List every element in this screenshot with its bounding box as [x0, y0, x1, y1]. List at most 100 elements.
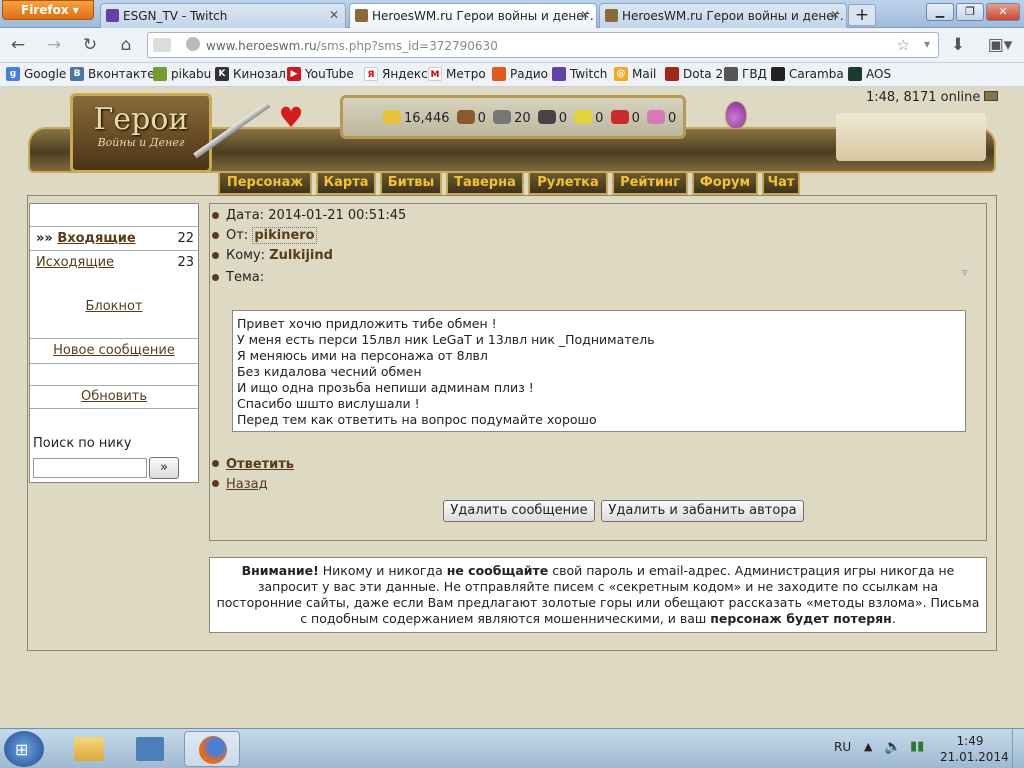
warning-text: Никому и никогда [318, 563, 447, 578]
menu-battles[interactable]: Битвы [380, 171, 442, 195]
star-icon[interactable]: ☆ [897, 36, 910, 54]
inbox-link[interactable]: Входящие [57, 231, 135, 246]
menu-roulette[interactable]: Рулетка [528, 171, 608, 195]
download-icon[interactable]: ⬇ [946, 33, 970, 57]
home-icon[interactable]: ⌂ [114, 33, 138, 57]
navigation-toolbar: ← → ↻ ⌂ www.heroeswm.ru/sms.php?sms_id=3… [0, 28, 1024, 63]
menu-tavern[interactable]: Таверна [446, 171, 524, 195]
bookmark-label: Mail [632, 67, 657, 81]
delete-and-ban-button[interactable]: Удалить и забанить автора [601, 500, 804, 522]
tab-heroeswm-active[interactable]: HeroesWM.ru Герои войны и денег. ... ✕ [349, 3, 597, 29]
bookmark-dota2[interactable]: Dota 2 [665, 67, 723, 81]
dropdown-icon[interactable]: ▾ [924, 37, 930, 51]
restore-button[interactable]: ❐ [956, 3, 984, 21]
sidebar-spacer [30, 204, 198, 227]
game-logo[interactable]: Герои Войны и Денег [70, 93, 212, 173]
new-tab-button[interactable]: + [848, 4, 876, 26]
clock[interactable]: 1:49 21.01.2014 [940, 733, 1009, 765]
menu-character[interactable]: Персонаж [218, 171, 312, 195]
date-label: Дата: [226, 208, 265, 223]
bookmark-google[interactable]: g Google [6, 67, 66, 81]
to-label: Кому: [226, 248, 266, 263]
bookmarks-menu-icon[interactable]: ▣▾ [984, 33, 1016, 57]
close-icon[interactable]: ✕ [830, 8, 840, 22]
bookmark-metro[interactable]: M Метро [428, 67, 486, 81]
bookmark-youtube[interactable]: ▶ YouTube [287, 67, 354, 81]
language-indicator[interactable]: RU [834, 740, 851, 754]
back-link[interactable]: Назад [226, 477, 268, 492]
menu-chat[interactable]: Чат [762, 171, 800, 195]
vkontakte-icon: B [70, 67, 84, 81]
folder-icon [74, 737, 104, 761]
close-window-button[interactable]: ✕ [986, 3, 1020, 21]
menu-forum[interactable]: Форум [692, 171, 758, 195]
bookmark-label: Caramba [789, 67, 844, 81]
crystal-resource: 0 [610, 110, 640, 126]
tab-title: HeroesWM.ru Герои войны и денег. ... [372, 9, 597, 23]
bookmark-label: Dota 2 [683, 67, 724, 81]
tray-expand-icon[interactable]: ▲ [864, 740, 872, 753]
new-message-link[interactable]: Новое сообщение [53, 343, 175, 358]
back-arrow-icon[interactable]: ← [6, 33, 30, 57]
refresh-link[interactable]: Обновить [81, 389, 147, 404]
body-line: Привет хочю придложить тибе обмен ! [237, 316, 497, 331]
bookmark-aos[interactable]: AOS [848, 67, 891, 81]
bookmark-yandex[interactable]: Я Яндекс [364, 67, 428, 81]
bookmark-kinozal[interactable]: K Кинозал [215, 67, 286, 81]
sender-nick-link[interactable]: pikinero [252, 227, 317, 244]
heroeswm-icon [605, 9, 618, 22]
reload-icon[interactable]: ↻ [78, 33, 102, 57]
tab-twitch[interactable]: ESGN_TV - Twitch ✕ [100, 3, 346, 28]
address-bar[interactable]: www.heroeswm.ru/sms.php?sms_id=372790630… [147, 32, 939, 58]
notepad-link[interactable]: Блокнот [30, 299, 198, 314]
volume-icon[interactable]: 🔈 [884, 739, 901, 755]
sulfur-value: 0 [595, 111, 604, 126]
forward-arrow-icon[interactable]: → [42, 33, 66, 57]
sidebar-item-inbox[interactable]: »» Входящие 22 [30, 227, 198, 251]
bookmark-twitch[interactable]: Twitch [552, 67, 607, 81]
bookmark-mail[interactable]: @ Mail [614, 67, 656, 81]
warning-text: . [891, 611, 896, 626]
bullet-icon [212, 212, 219, 219]
firefox-taskbar-icon[interactable] [184, 731, 240, 767]
recipient-nick[interactable]: Zulkijind [269, 248, 333, 263]
network-icon[interactable]: ▮▮ [910, 739, 924, 754]
bookmark-gvd[interactable]: ГВД [724, 67, 767, 81]
warning-emphasis: персонаж будет потерян [710, 611, 892, 626]
show-desktop-button[interactable] [1012, 729, 1024, 768]
search-button[interactable]: » [149, 457, 179, 479]
outbox-count: 23 [177, 255, 194, 270]
ore-value: 20 [514, 111, 531, 126]
city-picture [836, 113, 986, 161]
body-line: Перед тем как ответить на вопрос подумай… [237, 412, 597, 427]
close-icon[interactable]: ✕ [329, 8, 339, 22]
security-warning: Внимание! Никому и никогда не сообщайте … [209, 557, 987, 633]
explorer-taskbar-icon[interactable] [62, 731, 118, 767]
wood-value: 0 [477, 111, 486, 126]
minimize-button[interactable]: ▁ [926, 3, 954, 21]
firefox-icon [199, 736, 227, 764]
search-label: Поиск по нику [33, 436, 132, 451]
bookmark-label: Радио [510, 67, 549, 81]
mail-envelope-icon[interactable] [984, 91, 999, 101]
control-panel-taskbar-icon[interactable] [122, 731, 178, 767]
bookmark-vkontakte[interactable]: B Вконтакте [70, 67, 155, 81]
bullet-icon [212, 480, 219, 487]
radio-icon [492, 67, 506, 81]
nick-search-input[interactable] [33, 458, 147, 478]
bookmark-caramba[interactable]: Caramba [771, 67, 844, 81]
firefox-menu-button[interactable]: Firefox ▾ [2, 0, 94, 20]
delete-message-button[interactable]: Удалить сообщение [443, 500, 595, 522]
outbox-link[interactable]: Исходящие [36, 255, 114, 270]
menu-rating[interactable]: Рейтинг [612, 171, 688, 195]
start-button[interactable]: ⊞ [4, 731, 44, 767]
bookmarks-toolbar: g Google B Вконтакте pikabu K Кинозал ▶ YouT… [0, 63, 1024, 87]
reply-link[interactable]: Ответить [226, 457, 294, 472]
message-from: От: pikinero [226, 227, 317, 244]
bookmark-radio[interactable]: Радио [492, 67, 548, 81]
menu-map[interactable]: Карта [316, 171, 376, 195]
logo-title: Герои [93, 102, 189, 137]
close-icon[interactable]: ✕ [580, 8, 590, 22]
bookmark-pikabu[interactable]: pikabu [153, 67, 211, 81]
tab-heroeswm-2[interactable]: HeroesWM.ru Герои войны и денег. ... ✕ [599, 3, 847, 28]
